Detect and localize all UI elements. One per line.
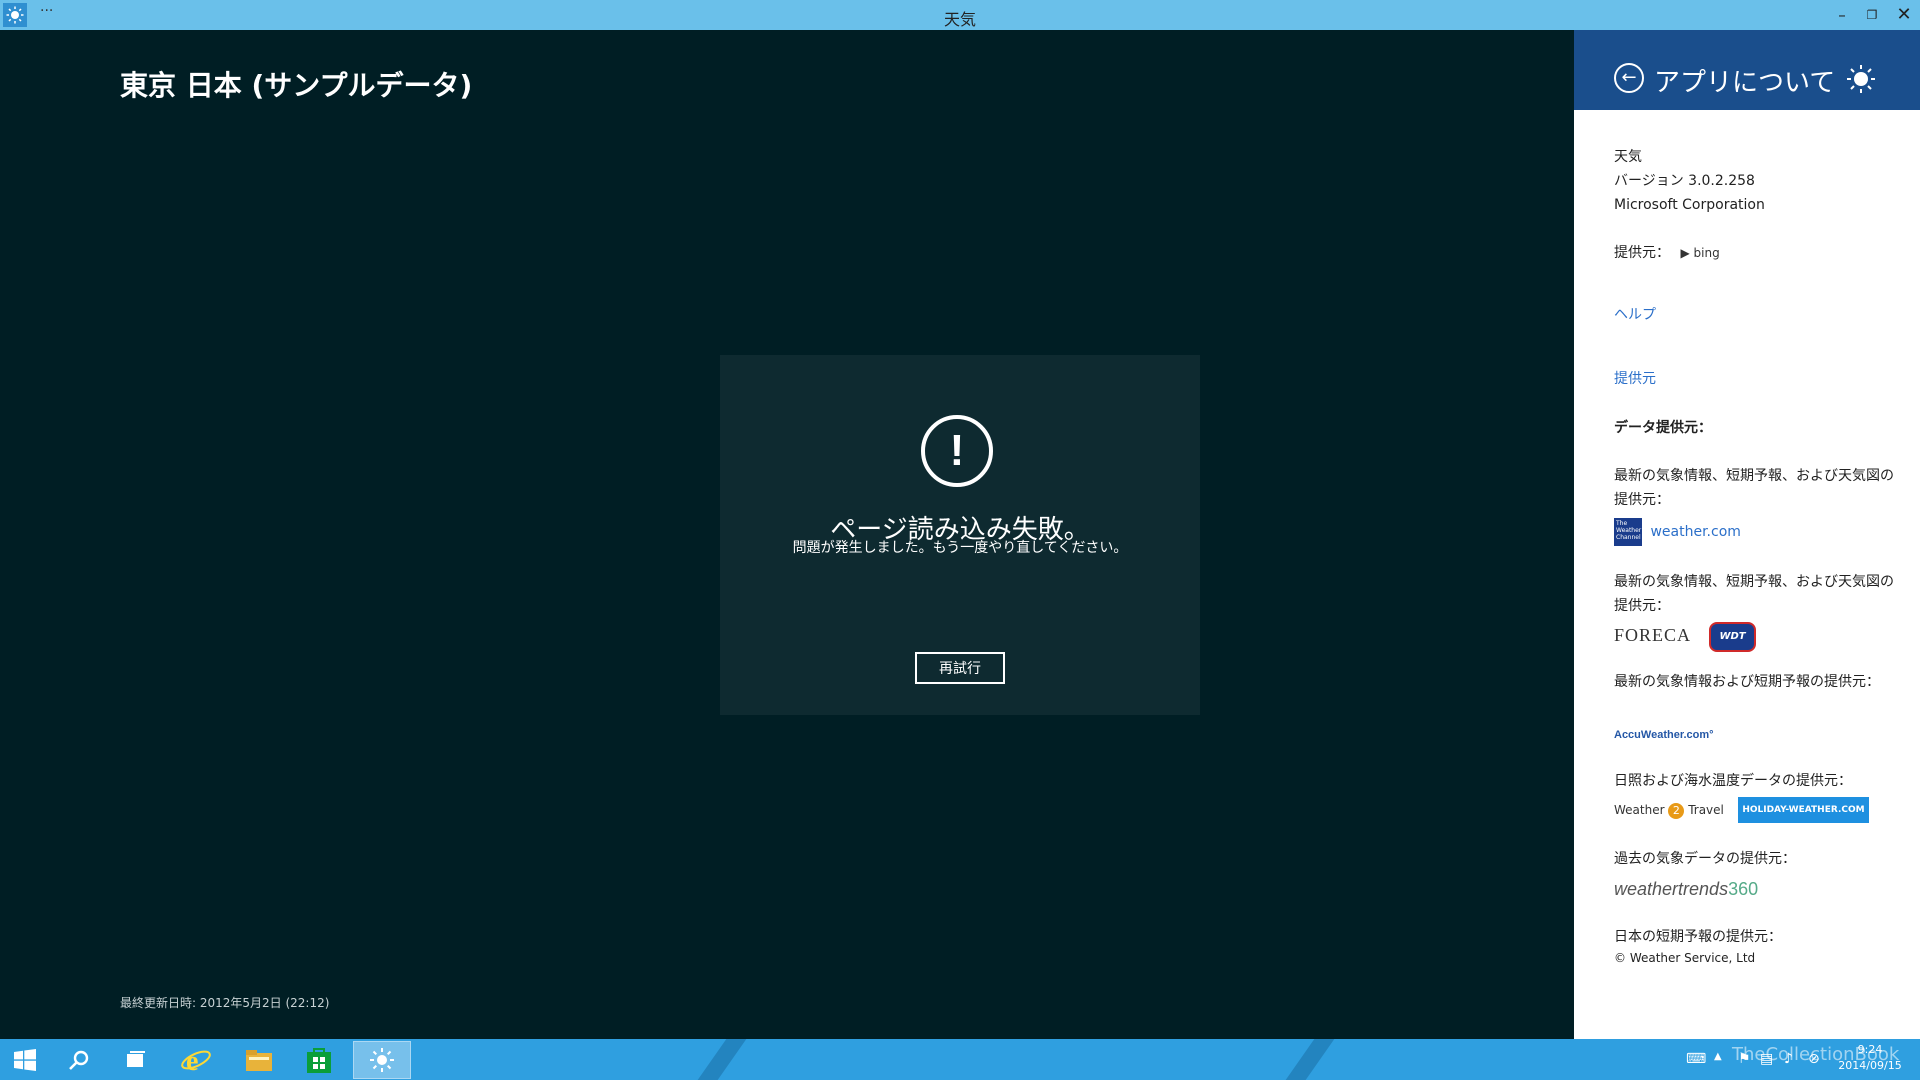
provider-1-desc: 最新の気象情報、短期予報、および天気図の提供元： — [1614, 468, 1894, 508]
retry-button[interactable]: 再試行 — [915, 652, 1005, 684]
sun-icon — [1846, 64, 1876, 94]
powered-by: 提供元： ▶ bing — [1614, 241, 1894, 265]
main-content: 東京 日本 (サンプルデータ) ! ページ読み込み失敗。 問題が発生しました。も… — [0, 30, 1574, 1039]
wdt-logo: WDT — [1709, 622, 1756, 652]
about-panel: ← アプリについて 天気 バージョン 3.0.2.258 Microsoft C… — [1574, 30, 1920, 1039]
file-explorer-icon[interactable] — [236, 1042, 282, 1078]
data-providers-heading: データ提供元： — [1614, 420, 1712, 436]
panel-header: ← アプリについて — [1574, 30, 1920, 110]
last-updated-text: 最終更新日時: 2012年5月2日 (22:12) — [120, 996, 330, 1010]
exclamation-icon: ! — [921, 415, 993, 487]
close-button[interactable]: ✕ — [1890, 4, 1918, 26]
app-menu-button[interactable]: ··· — [40, 3, 53, 19]
provider-6-logo: © Weather Service, Ltd — [1614, 951, 1756, 965]
internet-explorer-icon[interactable]: e — [173, 1042, 219, 1078]
provider-4-logo: Weather 2 Travel HOLIDAY-WEATHER.COM — [1614, 797, 1894, 823]
provider-3-logo: AccuWeather.com° — [1614, 722, 1894, 747]
provider-3-desc: 最新の気象情報および短期予報の提供元： — [1614, 674, 1880, 690]
search-icon[interactable] — [56, 1042, 102, 1078]
help-link[interactable]: ヘルプ — [1614, 303, 1894, 327]
app-info: 天気 バージョン 3.0.2.258 Microsoft Corporation — [1614, 145, 1894, 217]
powered-by-label: 提供元： — [1614, 245, 1670, 261]
weather-channel-icon: The Weather Channel — [1614, 518, 1642, 546]
store-icon[interactable] — [296, 1042, 342, 1078]
provider-4-desc: 日照および海水温度データの提供元： — [1614, 773, 1852, 789]
app-version: バージョン 3.0.2.258 — [1614, 173, 1755, 189]
credits-link[interactable]: 提供元 — [1614, 367, 1894, 391]
back-arrow-icon[interactable]: ← — [1614, 63, 1644, 93]
start-button[interactable] — [2, 1042, 48, 1078]
accuweather-logo: AccuWeather.com° — [1614, 729, 1714, 741]
provider-2-logo: FORECA WDT — [1614, 622, 1894, 652]
error-message: 問題が発生しました。もう一度やり直してください。 — [792, 540, 1128, 556]
foreca-logo: FORECA — [1614, 625, 1692, 645]
holiday-weather-logo: HOLIDAY-WEATHER.COM — [1738, 797, 1869, 823]
weather-app-icon[interactable] — [3, 3, 27, 27]
clock-date: 2014/09/15 — [1838, 1059, 1902, 1072]
provider-2-desc: 最新の気象情報、短期予報、および天気図の提供元： — [1614, 574, 1894, 614]
provider-5-desc: 過去の気象データの提供元： — [1614, 851, 1796, 867]
app-publisher: Microsoft Corporation — [1614, 197, 1765, 213]
taskbar-clock[interactable]: 9:24 2014/09/15 — [1828, 1042, 1912, 1074]
weather-taskbar-icon[interactable] — [353, 1041, 411, 1079]
error-card: ! ページ読み込み失敗。 問題が発生しました。もう一度やり直してください。 再試… — [720, 355, 1200, 715]
svg-text:e: e — [186, 1046, 198, 1075]
minimize-button[interactable]: – — [1828, 4, 1856, 26]
bing-logo: ▶ bing — [1680, 246, 1720, 260]
provider-5-logo: weathertrends360 — [1614, 877, 1894, 903]
weather2travel-logo: Weather 2 Travel — [1614, 803, 1724, 819]
restore-button[interactable]: ❐ — [1858, 4, 1886, 26]
panel-title: アプリについて — [1654, 68, 1836, 98]
weathertrends360-logo: weathertrends360 — [1614, 879, 1759, 899]
page-title: 東京 日本 (サンプルデータ) — [120, 69, 473, 102]
provider-1-logo[interactable]: The Weather Channel weather.com — [1614, 518, 1894, 546]
app-name: 天気 — [1614, 149, 1642, 165]
clock-time: 9:24 — [1857, 1043, 1883, 1056]
window-title: 天気 — [943, 10, 976, 29]
show-hidden-icons-icon[interactable]: ▲ — [1714, 1051, 1722, 1062]
title-bar: ··· 天気 – ❐ ✕ — [0, 0, 1920, 30]
keyboard-icon[interactable]: ⌨ — [1686, 1051, 1706, 1067]
task-view-icon[interactable] — [113, 1042, 159, 1078]
taskbar — [0, 1039, 1920, 1080]
